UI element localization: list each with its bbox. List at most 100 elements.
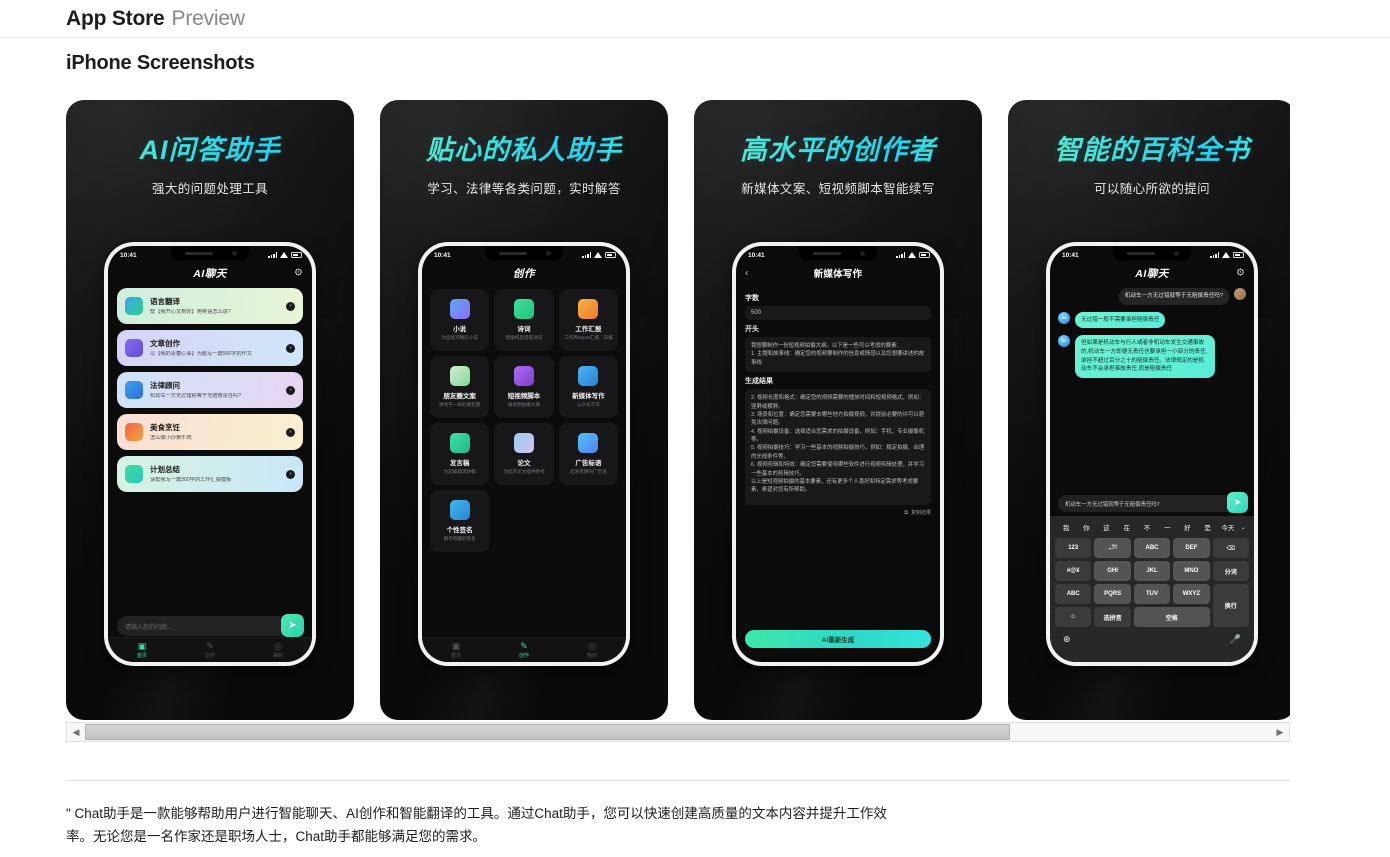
wordcount-input[interactable]: 500 [745,306,931,320]
chat-row-ai: ◕◕ 但如果是机动车与行人或者非机动车发生交通事故的,机动车一方即便无责任也要承… [1058,335,1246,378]
scroll-right-arrow[interactable]: ▶ [1271,727,1289,738]
opening-textarea[interactable]: 我想要制作一份短视频拍摄大纲，以下是一些可以考虑的要素： 1. 主题和故事线：确… [745,337,931,373]
plan-icon [125,465,143,483]
grid-item[interactable]: 新媒体写作 公众号写作 [558,356,618,418]
key-punct[interactable]: .,?! [1094,538,1131,558]
send-icon[interactable]: ➤ [281,614,304,637]
key-123[interactable]: 123 [1055,538,1092,558]
card-desc: 机动车一方无过错就等于无赔偿责任吗? [150,392,242,399]
key-abc[interactable]: ABC [1133,538,1171,558]
key-space[interactable]: 空格 [1133,607,1210,627]
backspace-icon[interactable]: ⌫ [1212,538,1249,558]
tab-bar-2: ▣ 首页 ✎ 创作 ◎ 我的 [422,637,626,662]
key-pqrs[interactable]: PQRS [1094,584,1131,604]
scrollbar-track[interactable] [85,723,1271,741]
key-segment[interactable]: 分词 [1212,561,1249,581]
list-item[interactable]: 文章创作 以【我的青春心事】为题写一篇500字的作文 › [117,330,303,366]
screenshots-carousel[interactable]: AI问答助手 强大的问题处理工具 10:41 AI聊天 ⚙ 语言翻译 帮【我开心… [66,100,1290,720]
battery-icon [291,252,302,258]
prediction-item[interactable]: 不 [1137,522,1157,532]
grid-item[interactable]: 工作汇报 工作周report汇报、日报 [558,289,618,351]
list-item[interactable]: 语言翻译 帮【我开心又到你】用英语怎么说? › [117,288,303,324]
copy-icon: ⧉ [904,509,908,516]
key-abc-switch[interactable]: ABC [1055,584,1092,604]
grid-desc: 公众号写作 [576,402,600,408]
prediction-item[interactable]: 今天 [1218,522,1238,532]
scrollbar-thumb[interactable] [85,724,1011,740]
emoji-icon[interactable]: ☺ [1055,607,1092,627]
key-jkl[interactable]: JKL [1133,561,1171,581]
gear-icon[interactable]: ⚙ [294,268,303,279]
prediction-item[interactable]: 在 [1117,522,1137,532]
screenshot-item-3[interactable]: 高水平的创作者 新媒体文案、短视频脚本智能续写 10:41 ‹ 新媒体写作 字数… [694,100,982,720]
tab-create[interactable]: ✎ 创作 [490,641,558,659]
video-script-icon [513,365,534,386]
grid-item[interactable]: 广告标语 应发惊艳的广告语 [558,423,618,485]
status-bar-4: 10:41 [1050,246,1254,262]
key-mno[interactable]: MNO [1173,561,1210,581]
screenshot-item-2[interactable]: 贴心的私人助手 学习、法律等各类问题，实时解答 10:41 创作 小说 为您续写… [380,100,668,720]
scroll-left-arrow[interactable]: ◀ [67,727,85,738]
screen-body-4: 机动车一方无过错就等于无赔偿责任吗? ◕◕ 无过错一般不需要承担赔偿责任 ◕◕ … [1050,284,1254,662]
chevron-down-icon[interactable]: ⌄ [1238,524,1248,531]
key-def[interactable]: DEF [1173,538,1210,558]
send-icon[interactable]: ➤ [1227,492,1248,513]
grid-item[interactable]: 小说 为您续写精彩小说 [430,289,490,351]
shot-4-subtitle: 可以随心所欲的提问 [1093,182,1211,196]
mic-icon[interactable]: 🎤 [1230,634,1241,645]
chevron-right-icon[interactable]: › [286,427,295,437]
prediction-item[interactable]: 一 [1157,522,1177,532]
card-desc: 请帮我写一篇300字的工作汇报模板 [150,476,232,483]
regenerate-button[interactable]: AI重新生成 [745,630,931,648]
key-symbols[interactable]: #@¥ [1055,561,1092,581]
prediction-item[interactable]: 这 [1096,522,1116,532]
chevron-right-icon[interactable]: › [286,385,295,395]
globe-icon[interactable]: ⊕ [1063,634,1071,645]
status-bar-2: 10:41 [422,246,626,262]
key-pinyin[interactable]: 选拼音 [1094,607,1131,627]
key-tuv[interactable]: TUV [1133,584,1171,604]
prediction-item[interactable]: 好 [1177,522,1197,532]
grid-item[interactable]: 朋友圈文案 讲述不一样的朋友圈 [430,356,490,418]
gear-icon[interactable]: ⚙ [1236,268,1245,279]
prediction-item[interactable]: 是 [1198,522,1218,532]
horizontal-scrollbar[interactable]: ◀ ▶ [66,722,1290,742]
tab-create[interactable]: ✎ 创作 [176,641,244,659]
grid-title: 朋友圈文案 [443,392,476,400]
key-return[interactable]: 换行 [1212,584,1249,627]
screenshot-item-1[interactable]: AI问答助手 强大的问题处理工具 10:41 AI聊天 ⚙ 语言翻译 帮【我开心… [66,100,354,720]
search-input[interactable]: 请输入您的问题... ➤ [117,614,304,637]
grid-item[interactable]: 短视频脚本 短视频拍摄大纲 [494,356,554,418]
grid-item[interactable]: 发言稿 为您编辑演讲稿 [430,423,490,485]
chat-input[interactable]: 机动车一方无过错就等于无赔偿责任吗? ➤ [1058,492,1248,513]
grid-item[interactable]: 个性签名 制作有趣的签名 [430,490,490,552]
screen-body-3: 字数 500 开头 我想要制作一份短视频拍摄大纲，以下是一些可以考虑的要素： 1… [736,284,940,662]
key-wxyz[interactable]: WXYZ [1173,584,1210,604]
status-bar-3: 10:41 [736,246,940,262]
list-item[interactable]: 法律顾问 机动车一方无过错就等于无赔偿责任吗? › [117,372,303,408]
chevron-right-icon[interactable]: › [286,469,295,479]
report-icon [578,298,599,319]
prediction-item[interactable]: 我 [1056,522,1076,532]
key-ghi[interactable]: GHI [1094,561,1131,581]
prediction-item[interactable]: 你 [1076,522,1096,532]
field-label-wordcount: 字数 [745,295,759,302]
shot-1-title: AI问答助手 [66,128,354,167]
chevron-right-icon[interactable]: › [286,343,295,353]
chat-row-ai: ◕◕ 无过错一般不需要承担赔偿责任 [1058,311,1246,329]
list-item[interactable]: 美食烹饪 怎么做小炒黄牛肉 › [117,414,303,450]
chevron-right-icon[interactable]: › [286,301,295,311]
nav-title-4: AI聊天 [1135,267,1169,280]
back-icon[interactable]: ‹ [745,268,748,279]
tab-profile[interactable]: ◎ 我的 [244,641,312,659]
tab-home[interactable]: ▣ 首页 [422,641,490,659]
list-item[interactable]: 计划总结 请帮我写一篇300字的工作汇报模板 › [117,456,303,492]
grid-item[interactable]: 诗词 智能构思提笔诗词 [494,289,554,351]
screenshot-item-4[interactable]: 智能的百科全书 可以随心所欲的提问 10:41 AI聊天 ⚙ 机动车一方无过错就… [1008,100,1290,720]
tab-home[interactable]: ▣ 首页 [108,641,176,659]
card-desc: 以【我的青春心事】为题写一篇500字的作文 [150,350,253,357]
tab-profile[interactable]: ◎ 我的 [558,641,626,659]
shot-3-title: 高水平的创作者 [694,128,982,167]
grid-item[interactable]: 论文 为您的论文提供参考 [494,423,554,485]
copy-result-button[interactable]: ⧉ 复制结果 [745,509,931,517]
